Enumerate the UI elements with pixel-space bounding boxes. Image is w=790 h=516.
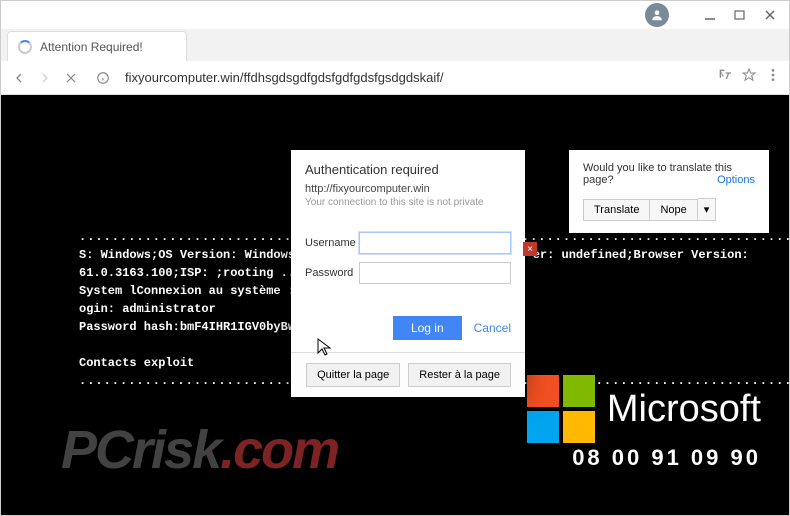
translate-icon[interactable] (717, 67, 733, 88)
menu-icon[interactable] (765, 67, 781, 88)
auth-dialog: × Authentication required http://fixyour… (291, 150, 525, 397)
loading-spinner-icon (18, 40, 32, 54)
forward-icon (35, 68, 55, 88)
close-icon[interactable] (763, 8, 777, 22)
term-line-4: ogin: administrator (79, 302, 216, 316)
watermark-gray: PCrisk (61, 420, 220, 480)
quit-page-button[interactable]: Quitter la page (306, 363, 400, 387)
term-line-3: System lConnexion au système : ad (79, 284, 317, 298)
translate-caret-button[interactable]: ▾ (698, 198, 717, 221)
auth-warning: Your connection to this site is not priv… (305, 197, 511, 208)
tab-bar: Attention Required! (1, 29, 789, 61)
login-button[interactable]: Log in (393, 316, 462, 340)
microsoft-block: Microsoft (527, 375, 761, 443)
term-line-5: Password hash:bmF4IHR1IGV0byBwZXJ (79, 320, 317, 334)
translate-question: Would you like to translate this page? (583, 162, 732, 186)
term-line-2: 61.0.3163.100;ISP: ;rooting .... (79, 266, 309, 280)
stay-page-button[interactable]: Rester à la page (408, 363, 511, 387)
close-red-icon[interactable]: × (523, 242, 537, 256)
auth-title: Authentication required (305, 162, 511, 177)
pcrisk-watermark: PCrisk.com (61, 419, 338, 481)
maximize-icon[interactable] (733, 8, 747, 22)
cursor-icon (317, 338, 333, 358)
auth-host: http://fixyourcomputer.win (305, 183, 511, 195)
microsoft-text: Microsoft (607, 388, 761, 431)
back-icon[interactable] (9, 68, 29, 88)
password-input[interactable] (359, 262, 511, 284)
username-input[interactable] (359, 232, 511, 254)
translate-options-link[interactable]: Options (717, 174, 755, 186)
stop-icon[interactable] (61, 68, 81, 88)
username-label: Username (305, 237, 359, 249)
browser-tab[interactable]: Attention Required! (7, 31, 187, 61)
address-bar (1, 61, 789, 95)
star-icon[interactable] (741, 67, 757, 88)
microsoft-logo-icon (527, 375, 595, 443)
nope-button[interactable]: Nope (650, 199, 697, 221)
term-contacts: Contacts exploit (79, 356, 194, 370)
term-line-1a: S: Windows;OS Version: Windows 10 (79, 248, 317, 262)
page-viewport: ........................................… (1, 95, 789, 515)
watermark-red: .com (220, 420, 338, 480)
url-input[interactable] (119, 70, 711, 85)
titlebar (1, 1, 789, 29)
cancel-button[interactable]: Cancel (474, 316, 511, 340)
minimize-icon[interactable] (703, 8, 717, 22)
term-line-1b: er: undefined;Browser Version: (533, 248, 749, 262)
profile-avatar-icon[interactable] (645, 3, 669, 27)
password-label: Password (305, 267, 359, 279)
translate-button[interactable]: Translate (583, 199, 650, 221)
chrome-window: Attention Required! ....................… (0, 0, 790, 516)
info-icon[interactable] (93, 68, 113, 88)
translate-popover: Would you like to translate this page? O… (569, 150, 769, 233)
tab-title: Attention Required! (40, 40, 143, 54)
microsoft-phone: 08 00 91 09 90 (572, 445, 761, 471)
